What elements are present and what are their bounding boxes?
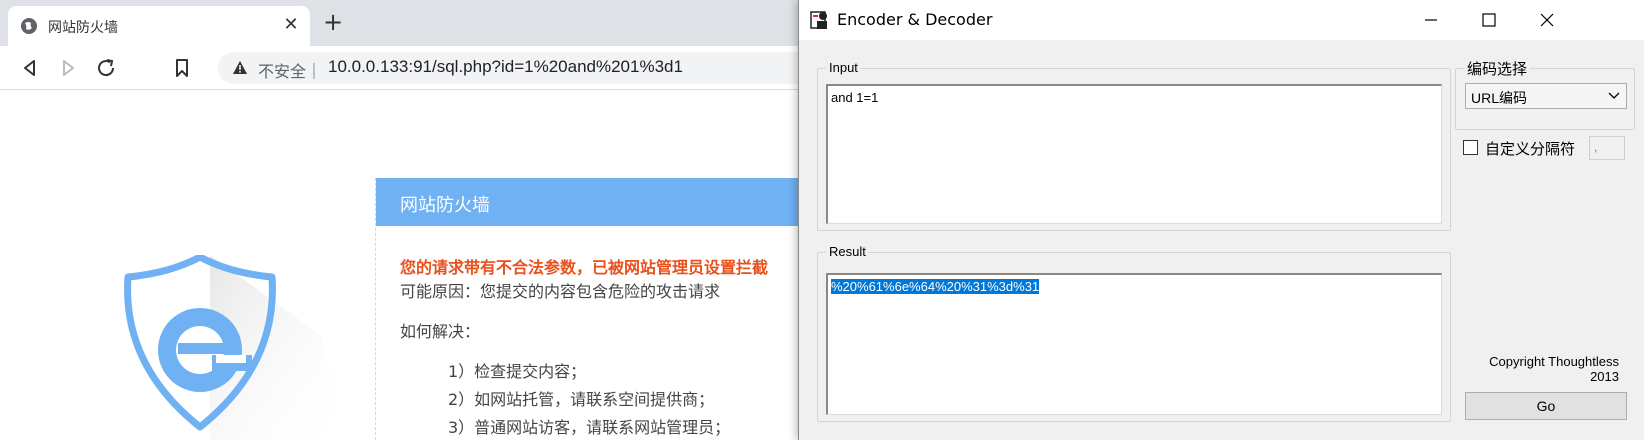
browser-toolbar: 不安全｜ 10.0.0.133:91/sql.php?id=1%20and%20… — [0, 46, 820, 90]
address-bar[interactable]: 不安全｜ 10.0.0.133:91/sql.php?id=1%20and%20… — [218, 52, 818, 84]
firewall-howto: 如何解决： — [400, 322, 481, 341]
close-icon[interactable]: ✕ — [280, 14, 302, 36]
back-icon[interactable] — [18, 56, 42, 80]
result-label: Result — [826, 244, 869, 259]
tab-firewall[interactable]: 网站防火墙 ✕ — [8, 6, 310, 46]
tab-strip: 网站防火墙 ✕ + — [0, 0, 820, 46]
input-label: Input — [826, 60, 861, 75]
encoding-selected-value: URL编码 — [1471, 90, 1528, 106]
close-icon[interactable] — [1533, 6, 1561, 34]
maximize-icon[interactable] — [1475, 6, 1503, 34]
input-textarea[interactable]: and 1=1 — [826, 84, 1442, 224]
minimize-icon[interactable] — [1417, 6, 1445, 34]
result-selected-text: %20%61%6e%64%20%31%3d%31 — [831, 279, 1040, 294]
globe-icon — [21, 18, 37, 34]
input-group: Input and 1=1 — [817, 60, 1451, 231]
bookmark-icon[interactable] — [170, 56, 194, 80]
firewall-warning: 您的请求带有不合法参数，已被网站管理员设置拦截 — [400, 258, 769, 277]
separator-input[interactable]: , — [1589, 136, 1625, 160]
tab-title: 网站防火墙 — [48, 20, 118, 36]
go-button[interactable]: Go — [1465, 392, 1627, 420]
copyright: Copyright Thoughtless 2013 — [1439, 354, 1619, 384]
custom-separator-checkbox[interactable] — [1463, 140, 1478, 155]
forward-icon[interactable] — [56, 56, 80, 80]
encoder-titlebar[interactable]: Encoder & Decoder — [799, 0, 1644, 40]
app-icon — [810, 11, 827, 29]
url-text[interactable]: 10.0.0.133:91/sql.php?id=1%20and%201%3d1 — [328, 57, 683, 77]
firewall-step: 3）普通网站访客，请联系网站管理员； — [448, 418, 731, 437]
firewall-reason: 可能原因：您提交的内容包含危险的攻击请求 — [400, 282, 721, 301]
firewall-step: 1）检查提交内容； — [448, 362, 587, 381]
encoder-window: Encoder & Decoder Input and 1=1 Result %… — [798, 0, 1644, 440]
browser-window: 网站防火墙 ✕ + 不安全｜ 10.0.0.133:91/sql.php?id=… — [0, 0, 821, 440]
warning-icon[interactable] — [232, 60, 248, 76]
result-textarea[interactable]: %20%61%6e%64%20%31%3d%31 — [826, 273, 1442, 415]
new-tab-button[interactable]: + — [320, 10, 346, 36]
result-group: Result %20%61%6e%64%20%31%3d%31 — [817, 244, 1451, 422]
shield-logo — [124, 255, 350, 440]
chevron-down-icon — [1608, 92, 1620, 99]
not-secure-label: 不安全｜ — [258, 62, 323, 81]
encoding-select[interactable]: URL编码 — [1465, 83, 1627, 109]
firewall-header: 网站防火墙 — [376, 178, 821, 226]
copyright-line: Copyright Thoughtless — [1489, 354, 1619, 369]
firewall-step: 2）如网站托管，请联系空间提供商； — [448, 390, 715, 409]
reload-icon[interactable] — [94, 56, 118, 80]
screen: 网站防火墙 ✕ + 不安全｜ 10.0.0.133:91/sql.php?id=… — [0, 0, 1644, 440]
firewall-title: 网站防火墙 — [400, 195, 490, 216]
window-title: Encoder & Decoder — [837, 10, 993, 29]
encoding-group-label: 编码选择 — [1464, 58, 1531, 79]
firewall-card: 网站防火墙 您的请求带有不合法参数，已被网站管理员设置拦截 可能原因：您提交的内… — [375, 178, 821, 440]
custom-separator-label: 自定义分隔符 — [1485, 140, 1576, 158]
copyright-year: 2013 — [1590, 369, 1619, 384]
page-content: 网站防火墙 您的请求带有不合法参数，已被网站管理员设置拦截 可能原因：您提交的内… — [0, 90, 821, 440]
